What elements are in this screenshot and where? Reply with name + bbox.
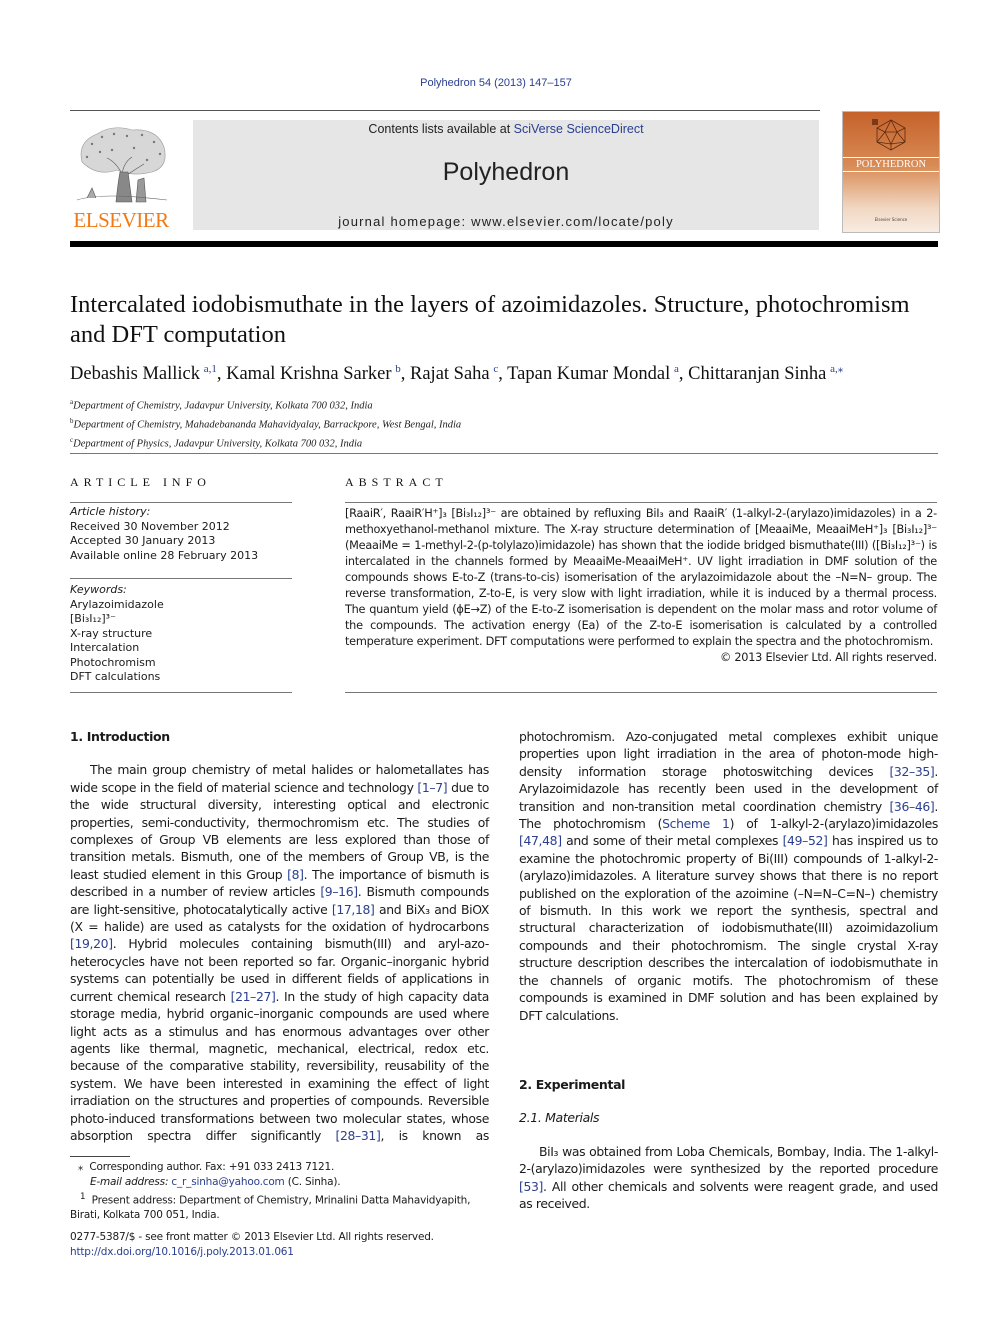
author[interactable]: Chittaranjan Sinha a,⁎	[688, 363, 843, 384]
reference-link[interactable]: [28–31]	[336, 1128, 381, 1143]
divider	[70, 692, 292, 693]
reference-link[interactable]: [1–7]	[417, 780, 447, 795]
front-matter: 0277-5387/$ - see front matter © 2013 El…	[70, 1230, 489, 1260]
author-list: Debashis Mallick a,1, Kamal Krishna Sark…	[70, 362, 940, 385]
keywords: Keywords: Arylazoimidazole [Bi₃I₁₂]³⁻ X-…	[70, 583, 292, 685]
keyword: Photochromism	[70, 655, 156, 669]
reference-link[interactable]: [8]	[287, 867, 304, 882]
citation-link[interactable]: Polyhedron 54 (2013) 147–157	[420, 77, 572, 89]
reference-link[interactable]: [17,18]	[332, 902, 375, 917]
affiliation: aDepartment of Chemistry, Jadavpur Unive…	[70, 398, 373, 412]
abstract-text: [RaaiR′, RaaiR′H⁺]₃ [Bi₃I₁₂]³⁻ are obtai…	[345, 507, 937, 648]
author[interactable]: Rajat Saha c,	[410, 363, 507, 384]
footnote-rule	[70, 1156, 130, 1157]
elsevier-wordmark: ELSEVIER	[73, 208, 169, 232]
homepage-link[interactable]: www.elsevier.com/locate/poly	[471, 214, 674, 229]
reference-link[interactable]: [21–27]	[231, 989, 276, 1004]
reference-link[interactable]: Scheme 1	[662, 816, 730, 831]
cover-title: POLYHEDRON	[843, 157, 939, 172]
abstract-copyright: © 2013 Elsevier Ltd. All rights reserved…	[719, 651, 937, 664]
divider	[345, 502, 937, 503]
doi-link[interactable]: http://dx.doi.org/10.1016/j.poly.2013.01…	[70, 1246, 294, 1258]
keyword: DFT calculations	[70, 670, 161, 683]
email-link[interactable]: c_r_sinha@yahoo.com	[171, 1176, 284, 1188]
header-top-rule	[70, 110, 820, 111]
abstract: [RaaiR′, RaaiR′H⁺]₃ [Bi₃I₁₂]³⁻ are obtai…	[345, 506, 937, 666]
footnotes: ⁎ Corresponding author. Fax: +91 033 241…	[70, 1156, 489, 1223]
elsevier-logo[interactable]: ELSEVIER	[70, 117, 172, 232]
keyword: [Bi₃I₁₂]³⁻	[70, 612, 116, 625]
journal-citation[interactable]: Polyhedron 54 (2013) 147–157	[0, 77, 992, 89]
reference-link[interactable]: [49–52]	[783, 833, 828, 848]
footnote-email: E-mail address: c_r_sinha@yahoo.com (C. …	[90, 1175, 341, 1188]
cover-polyhedron-icon	[872, 119, 906, 151]
sciencedirect-link[interactable]: SciVerse ScienceDirect	[514, 122, 644, 136]
journal-name: Polyhedron	[442, 158, 570, 186]
keyword: Arylazoimidazole	[70, 597, 164, 611]
keyword: X-ray structure	[70, 626, 153, 640]
history-received: Received 30 November 2012	[70, 519, 230, 533]
cover-publisher: Elsevier Science	[874, 217, 908, 222]
header-thick-rule	[70, 241, 938, 247]
footnote-corresponding: ⁎ Corresponding author. Fax: +91 033 241…	[78, 1161, 335, 1173]
issn-line: 0277-5387/$ - see front matter © 2013 El…	[70, 1231, 434, 1243]
author-affiliation-link[interactable]: a,⁎	[830, 363, 843, 375]
journal-cover-thumbnail[interactable]: POLYHEDRON Elsevier Science	[842, 111, 940, 233]
article-info-heading: ARTICLE INFO	[70, 475, 211, 489]
homepage-line: journal homepage: www.elsevier.com/locat…	[193, 214, 819, 229]
affiliation: bDepartment of Chemistry, Mahadebananda …	[70, 417, 462, 431]
divider	[70, 502, 292, 503]
history-label: Article history:	[70, 505, 151, 518]
history-accepted: Accepted 30 January 2013	[70, 534, 216, 547]
reference-link[interactable]: [53]	[519, 1179, 543, 1194]
author[interactable]: Tapan Kumar Mondal a,	[507, 363, 688, 384]
materials-paragraph: BiI₃ was obtained from Loba Chemicals, B…	[519, 1143, 938, 1212]
reference-link[interactable]: [19,20]	[70, 936, 113, 951]
keyword: Intercalation	[70, 641, 140, 654]
article-title: Intercalated iodobismuthate in the layer…	[70, 291, 910, 348]
history-online: Available online 28 February 2013	[70, 548, 259, 562]
reference-link[interactable]: [36–46]	[889, 799, 934, 814]
journal-banner: Contents lists available at SciVerse Sci…	[193, 120, 819, 230]
divider	[70, 453, 938, 454]
author[interactable]: Debashis Mallick a,1,	[70, 363, 226, 384]
divider	[345, 692, 937, 693]
affiliations: aDepartment of Chemistry, Jadavpur Unive…	[70, 395, 940, 452]
abstract-heading: ABSTRACT	[345, 475, 448, 489]
reference-link[interactable]: [9–16]	[320, 884, 358, 899]
reference-link[interactable]: [32–35]	[889, 764, 934, 779]
author[interactable]: Kamal Krishna Sarker b,	[226, 363, 410, 384]
section-heading-experimental: 2. Experimental	[519, 1077, 626, 1092]
reference-link[interactable]: [47,48]	[519, 833, 562, 848]
article-history: Article history: Received 30 November 20…	[70, 505, 292, 563]
section-heading-introduction: 1. Introduction	[70, 729, 170, 744]
footnote-present-address: 1 Present address: Department of Chemist…	[70, 1191, 471, 1221]
contents-line: Contents lists available at SciVerse Sci…	[193, 122, 819, 136]
keywords-label: Keywords:	[70, 583, 127, 596]
divider	[70, 578, 292, 579]
author-affiliation-link[interactable]: a,1	[204, 363, 217, 375]
subsection-heading-materials: 2.1. Materials	[519, 1110, 600, 1126]
affiliation: cDepartment of Physics, Jadavpur Univers…	[70, 436, 363, 450]
homepage-prefix: journal homepage:	[338, 214, 472, 229]
elsevier-tree-icon	[72, 122, 170, 204]
contents-prefix: Contents lists available at	[368, 122, 514, 136]
experimental-section: 2. Experimental 2.1. Materials BiI₃ was …	[519, 1076, 938, 1212]
